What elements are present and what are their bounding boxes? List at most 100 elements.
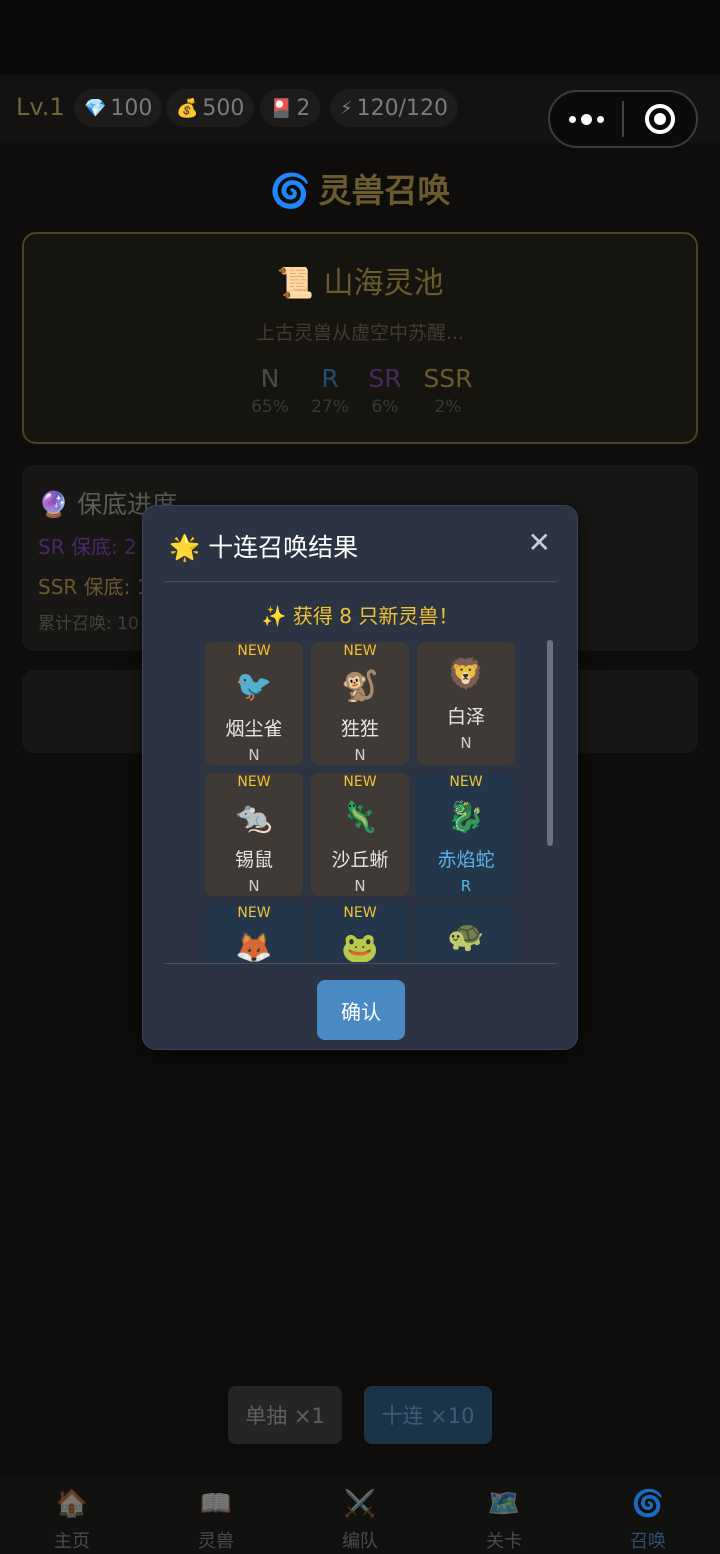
diamond-count: 100 xyxy=(110,95,153,121)
modal-title: 🌟 十连召唤结果 xyxy=(169,528,358,564)
resource-ticket[interactable]: 🎴 2 xyxy=(260,89,321,127)
ticket-count: 2 xyxy=(296,95,311,121)
swords-icon: ⚔️ xyxy=(343,1489,377,1519)
divider xyxy=(165,581,557,582)
rate-percent: 27% xyxy=(311,397,349,417)
energy-count: 120/120 xyxy=(356,95,449,121)
rate-label: SSR xyxy=(423,364,473,393)
beast-sprite-icon: 🐉 xyxy=(447,799,485,835)
new-beasts-summary: ✨ 获得 8 只新灵兽！ xyxy=(261,604,459,628)
beast-sprite-icon: 🦁 xyxy=(447,656,485,692)
beast-card[interactable]: 🦁 白泽 N xyxy=(417,642,515,765)
result-grid: NEW 🐦 烟尘雀 N NEW 🐒 狌狌 N 🦁 白泽 N NEW 🐀 锡鼠 N NEW 🦎 沙丘蜥 N NEW 🐉 赤焰… xyxy=(205,642,515,962)
single-draw-button[interactable]: 单抽 ×1 xyxy=(228,1386,342,1444)
tab-stages[interactable]: 🗺️ 关卡 xyxy=(432,1477,576,1554)
scrollbar[interactable] xyxy=(547,640,553,846)
map-icon: 🗺️ xyxy=(487,1489,521,1519)
beast-card[interactable]: NEW 🦎 沙丘蜥 N xyxy=(311,773,409,896)
rate-percent: 6% xyxy=(371,397,399,417)
energy-icon: ⚡ xyxy=(340,97,353,119)
beast-sprite-icon: 🐸 xyxy=(341,930,379,963)
ticket-icon: 🎴 xyxy=(270,97,293,119)
rate-label: R xyxy=(321,364,339,393)
tab-beasts[interactable]: 📖 灵兽 xyxy=(144,1477,288,1554)
swirl-icon: 🌀 xyxy=(269,171,311,210)
home-icon: 🏠 xyxy=(55,1489,89,1519)
app-root: Lv.1 💎 100 💰 500 🎴 2 ⚡ 120/120 🌀灵兽召唤 📜 xyxy=(0,0,720,1554)
rate-label: SR xyxy=(368,364,402,393)
beast-card[interactable]: NEW 🐦 烟尘雀 N xyxy=(205,642,303,765)
beast-card[interactable]: NEW 🐉 赤焰蛇 R xyxy=(417,773,515,896)
rate-percent: 65% xyxy=(251,397,289,417)
gold-count: 500 xyxy=(202,95,245,121)
crystal-ball-icon: 🔮 xyxy=(38,490,70,519)
beast-card[interactable]: NEW 🐸 xyxy=(311,904,409,962)
beast-sprite-icon: 🐒 xyxy=(341,668,379,704)
beast-card[interactable]: NEW 🦊 xyxy=(205,904,303,962)
scroll-icon: 📜 xyxy=(276,266,314,301)
more-icon[interactable] xyxy=(550,113,622,125)
new-badge: NEW xyxy=(343,643,377,659)
resource-gold[interactable]: 💰 500 xyxy=(166,89,255,127)
page-title: 🌀 灵兽召唤 xyxy=(0,164,720,212)
beast-card[interactable]: 🐢 xyxy=(417,904,515,962)
ten-draw-button[interactable]: 十连 ×10 xyxy=(364,1386,492,1444)
beast-rarity: N xyxy=(248,877,260,895)
resource-energy[interactable]: ⚡ 120/120 xyxy=(330,89,459,127)
new-badge: NEW xyxy=(237,643,271,659)
beast-rarity: N xyxy=(248,746,260,764)
rate-n: N 65% xyxy=(250,364,290,417)
pool-title-text: 山海灵池 xyxy=(323,266,444,301)
beast-name: 赤焰蛇 xyxy=(437,849,495,871)
rate-r: R 27% xyxy=(310,364,350,417)
resource-diamond[interactable]: 💎 100 xyxy=(74,89,163,127)
beast-name: 狌狌 xyxy=(340,718,379,740)
beast-rarity: N xyxy=(354,746,366,764)
miniprogram-capsule xyxy=(548,90,698,148)
sr-pity: SR 保底: 2 xyxy=(38,535,137,559)
modal-title-text: 十连召唤结果 xyxy=(208,533,359,562)
sun-icon: 🌟 xyxy=(169,533,201,562)
beast-sprite-icon: 🐢 xyxy=(447,918,485,954)
tab-label: 主页 xyxy=(54,1531,90,1552)
pool-card: 📜 山海灵池 上古灵兽从虚空中苏醒... N 65% R 27% SR 6% S… xyxy=(22,232,698,444)
new-badge: NEW xyxy=(237,774,271,790)
confirm-button[interactable]: 确认 xyxy=(317,980,405,1040)
money-bag-icon: 💰 xyxy=(176,97,199,119)
close-icon[interactable]: ✕ xyxy=(528,526,551,559)
book-icon: 📖 xyxy=(199,1489,233,1519)
pool-subtitle: 上古灵兽从虚空中苏醒... xyxy=(255,322,465,344)
page-title-text: 灵兽召唤 xyxy=(318,171,451,210)
tab-label: 关卡 xyxy=(486,1531,522,1552)
total-summons: 累计召唤: 10 xyxy=(38,614,139,634)
tab-team[interactable]: ⚔️ 编队 xyxy=(288,1477,432,1554)
tab-summon[interactable]: 🌀 召唤 xyxy=(576,1477,720,1554)
rate-label: N xyxy=(260,364,280,393)
new-badge: NEW xyxy=(343,774,377,790)
beast-name: 烟尘雀 xyxy=(225,718,283,740)
new-badge: NEW xyxy=(449,774,483,790)
beast-sprite-icon: 🐀 xyxy=(235,799,273,835)
tab-home[interactable]: 🏠 主页 xyxy=(0,1477,144,1554)
beast-name: 沙丘蜥 xyxy=(331,849,389,871)
beast-rarity: N xyxy=(460,734,472,752)
beast-sprite-icon: 🦎 xyxy=(341,799,379,835)
close-miniprogram-icon[interactable] xyxy=(624,104,696,134)
tab-label: 召唤 xyxy=(630,1531,666,1552)
player-level: Lv.1 xyxy=(16,93,65,121)
status-bar xyxy=(0,0,720,75)
rate-percent: 2% xyxy=(434,397,462,417)
beast-name: 锡鼠 xyxy=(234,849,273,871)
new-badge: NEW xyxy=(237,905,271,921)
rate-sr: SR 6% xyxy=(364,364,406,417)
result-grid-viewport[interactable]: NEW 🐦 烟尘雀 N NEW 🐒 狌狌 N 🦁 白泽 N NEW 🐀 锡鼠 N NEW 🦎 沙丘蜥 N NEW 🐉 赤焰… xyxy=(205,642,521,962)
tab-label: 灵兽 xyxy=(198,1531,234,1552)
beast-sprite-icon: 🦊 xyxy=(235,930,273,963)
beast-card[interactable]: NEW 🐀 锡鼠 N xyxy=(205,773,303,896)
rate-ssr: SSR 2% xyxy=(420,364,476,417)
tab-bar: 🏠 主页 📖 灵兽 ⚔️ 编队 🗺️ 关卡 🌀 召唤 xyxy=(0,1477,720,1554)
beast-card[interactable]: NEW 🐒 狌狌 N xyxy=(311,642,409,765)
diamond-icon: 💎 xyxy=(84,97,107,119)
pool-title: 📜 山海灵池 xyxy=(24,258,696,302)
tab-label: 编队 xyxy=(342,1531,378,1552)
